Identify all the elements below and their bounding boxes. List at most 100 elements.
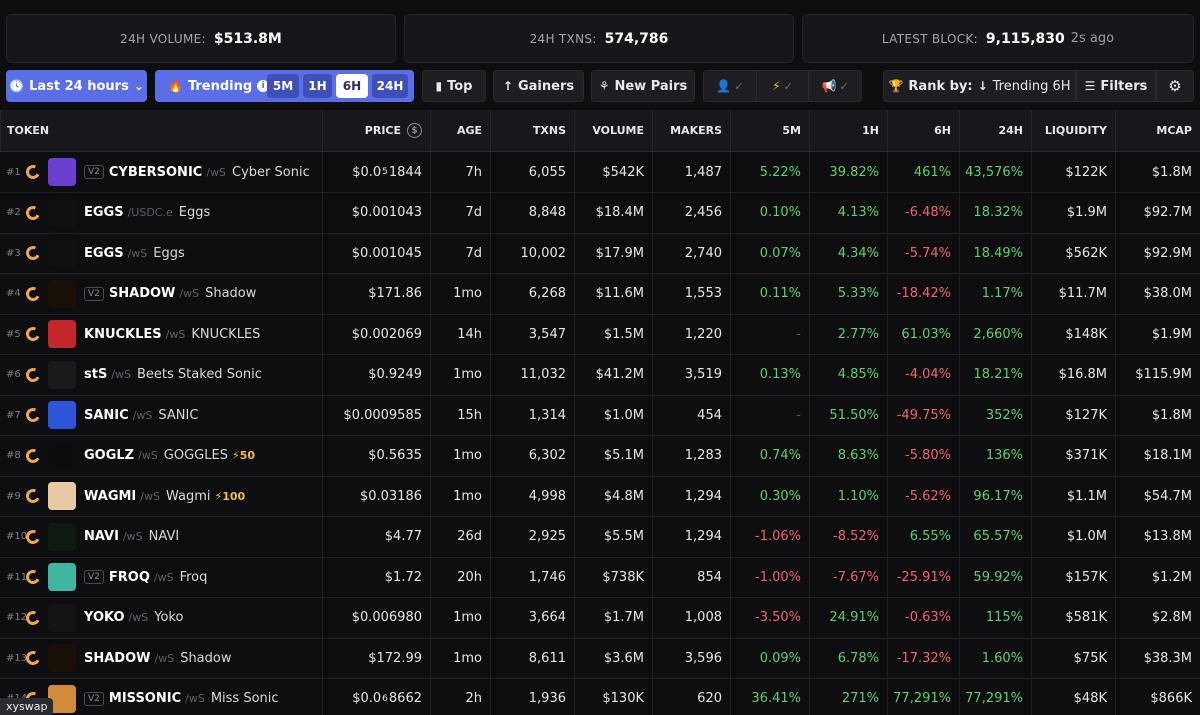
filters-button[interactable]: ☰ Filters (1076, 70, 1156, 102)
token-logo-icon (48, 441, 76, 470)
stat-block-label: LATEST BLOCK: (881, 31, 978, 46)
token-symbol: stS (84, 367, 108, 382)
cell-h1: 4.85% (809, 354, 887, 395)
price-cell: $0.001045 (322, 233, 430, 273)
table-row[interactable]: #4 V2 SHADOW/wS Shadow $171.86 1mo 6,268 $11.6M… (0, 273, 1200, 315)
gear-icon: ⚙ (1168, 76, 1182, 95)
trending-period-24h[interactable]: 24H (372, 74, 408, 98)
cell-m5: -1.06% (730, 516, 809, 557)
token-cell[interactable]: #11 V2 FROQ/wS Froq (0, 557, 322, 597)
price-value: $4.77 (384, 529, 422, 544)
cell-h24: 96.17% (959, 476, 1031, 516)
settings-button[interactable]: ⚙ (1156, 70, 1194, 102)
token-logo-icon (48, 360, 76, 389)
cell-h1: 5.33% (809, 273, 887, 314)
header-mcap[interactable]: MCAP (1115, 110, 1200, 151)
header-makers[interactable]: MAKERS (652, 110, 730, 151)
token-symbol: EGGS (84, 245, 124, 261)
sonic-chain-icon (24, 163, 42, 181)
table-row[interactable]: #12 YOKO/wS Yoko $0.006980 1mo 3,664 $1.7M 1,00… (0, 597, 1200, 639)
cell-liquidity: $11.7M (1031, 273, 1115, 314)
trending-period-1h[interactable]: 1H (303, 74, 332, 98)
cell-makers: 620 (652, 678, 730, 715)
table-row[interactable]: #14V2MISSONIC/wSMiss Sonic$0.0686622h1,9… (0, 678, 1200, 715)
top-button[interactable]: ▮ Top (422, 70, 486, 102)
cell-age: 1mo (430, 354, 490, 395)
token-cell[interactable]: #8 GOGLZ/wS GOGGLES ⚡50 (0, 436, 322, 476)
rank-by-button[interactable]: 🏆 Rank by: ↓ Trending 6H (883, 70, 1076, 102)
ads-filter-toggle[interactable]: 📢 ✓ (809, 71, 861, 101)
stats-bar: 24H VOLUME: $513.8M 24H TXNS: 574,786 LA… (0, 0, 1200, 70)
header-liquidity[interactable]: LIQUIDITY (1031, 110, 1115, 151)
table-row[interactable]: #2 EGGS/USDC.e Eggs $0.001043 7d 8,848 $18.4M 2… (0, 192, 1200, 234)
token-rank: #10 (6, 531, 28, 542)
table-row[interactable]: #1 V2 CYBERSONIC/wS Cyber Sonic $0.0 5 1844 7h 6… (0, 152, 1200, 193)
trophy-icon: 🏆 (888, 79, 904, 93)
cell-h6: -5.80% (887, 435, 959, 476)
header-5m[interactable]: 5M (730, 110, 809, 151)
token-cell[interactable]: #10 NAVI/wS NAVI (0, 517, 322, 557)
table-row[interactable]: #8 GOGLZ/wS GOGGLES ⚡50 $0.5635 1mo 6,302 $5.1M… (0, 435, 1200, 477)
header-6h[interactable]: 6H (887, 110, 959, 151)
cell-volume: $542K (574, 152, 652, 192)
token-cell[interactable]: #3 EGGS/wS Eggs (0, 233, 322, 273)
cell-h6: -17.32% (887, 638, 959, 678)
token-symbol: SANIC (84, 407, 129, 423)
header-1h[interactable]: 1H (809, 110, 887, 151)
table-row[interactable]: #10 NAVI/wS NAVI $4.77 26d 2,925 $5.5M 1,294 -1.… (0, 516, 1200, 558)
header-token[interactable]: TOKEN (0, 110, 322, 151)
price-zero-count: 5 (382, 167, 388, 177)
table-row[interactable]: #7 SANIC/wS SANIC $0.0009585 15h 1,314 $1.0M 45… (0, 395, 1200, 436)
header-price[interactable]: PRICE $ (322, 110, 430, 151)
profile-filter-toggle[interactable]: 👤 ✓ (704, 71, 757, 101)
token-cell[interactable]: #7 SANIC/wS SANIC (0, 395, 322, 435)
table-row[interactable]: #5 KNUCKLES/wS KNUCKLES $0.002069 14h 3,547 $1… (0, 314, 1200, 355)
new-pairs-button[interactable]: ⚘ New Pairs (591, 70, 695, 102)
time-filter-button[interactable]: 🕓 Last 24 hours ⌄ (6, 70, 147, 102)
token-cell[interactable]: #1 V2 CYBERSONIC/wS Cyber Sonic (0, 152, 322, 192)
trending-period-6h[interactable]: 6H (336, 74, 368, 98)
cell-h24: 136% (959, 435, 1031, 476)
cell-h24: 77,291% (959, 678, 1031, 715)
token-rank: #6 (6, 369, 21, 380)
table-row[interactable]: #13 SHADOW/wS Shadow $172.99 1mo 8,611 $3.6M 3,… (0, 638, 1200, 679)
token-name: Shadow (180, 650, 232, 666)
cell-mcap: $1.8M (1115, 152, 1200, 192)
stat-block-value: 9,115,830 (985, 30, 1065, 47)
price-cell: $0.006980 (322, 597, 430, 638)
cell-h24: 352% (959, 395, 1031, 435)
token-rank: #5 (6, 328, 21, 340)
trending-period-5m[interactable]: 5M (267, 74, 299, 98)
boost-filter-toggle[interactable]: ⚡ ✓ (757, 71, 810, 101)
gainers-label: Gainers (517, 78, 575, 94)
header-24h[interactable]: 24H (959, 110, 1031, 151)
cell-mcap: $866K (1115, 678, 1200, 715)
table-row[interactable]: #6 stS/wS Beets Staked Sonic $0.9249 1mo 11,0… (0, 354, 1200, 396)
cell-h24: 18.32% (959, 192, 1031, 233)
token-cell[interactable]: #13 SHADOW/wS Shadow (0, 638, 322, 678)
header-volume[interactable]: VOLUME (574, 110, 652, 151)
price-value: $0.001045 (351, 245, 422, 261)
currency-toggle-icon[interactable]: $ (407, 123, 422, 138)
cell-txns: 3,547 (490, 314, 574, 354)
token-cell[interactable]: #5 KNUCKLES/wS KNUCKLES (0, 314, 322, 354)
token-cell[interactable]: #4 V2 SHADOW/wS Shadow (0, 274, 322, 314)
quote-token: /wS (153, 570, 174, 584)
gainers-button[interactable]: ↑ Gainers (493, 70, 584, 102)
token-cell[interactable]: #6 stS/wS Beets Staked Sonic (0, 355, 322, 395)
table-row[interactable]: #3 EGGS/wS Eggs $0.001045 7d 10,002 $17.9M 2,74… (0, 233, 1200, 274)
quote-token: /wS (179, 287, 200, 300)
cell-liquidity: $122K (1031, 152, 1115, 192)
token-cell[interactable]: #9 WAGMI/wS Wagmi ⚡100 (0, 476, 322, 516)
token-rank: #9 (6, 490, 21, 502)
token-cell[interactable]: #12 YOKO/wS Yoko (0, 598, 322, 638)
price-digits: 1844 (388, 164, 422, 180)
token-cell[interactable]: #2 EGGS/USDC.e Eggs (0, 193, 322, 233)
cell-h24: 59.92% (959, 557, 1031, 597)
table-row[interactable]: #9 WAGMI/wS Wagmi ⚡100 $0.03186 1mo 4,998 $4.8M… (0, 476, 1200, 517)
header-age[interactable]: AGE (430, 110, 490, 151)
token-name: Yoko (154, 610, 184, 625)
header-txns[interactable]: TXNS (490, 110, 574, 151)
table-row[interactable]: #11 V2 FROQ/wS Froq $1.72 20h 1,746 $738K 854 -1.… (0, 557, 1200, 598)
dex-version-badge: V2 (84, 691, 104, 706)
